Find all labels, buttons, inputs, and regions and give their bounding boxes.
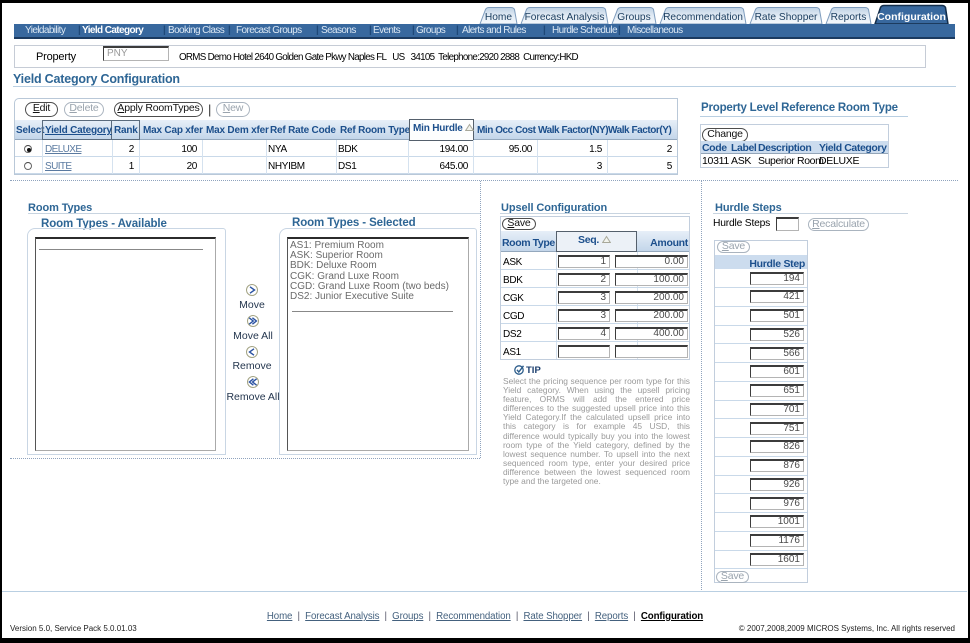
svg-text:Recommendation: Recommendation: [663, 12, 743, 23]
svg-text:Remove: Remove: [232, 360, 271, 372]
svg-text:Reports: Reports: [831, 12, 867, 23]
svg-text:Move All: Move All: [233, 330, 273, 342]
svg-text:Forecast Analysis: Forecast Analysis: [525, 12, 605, 23]
svg-text:Home: Home: [485, 12, 513, 23]
svg-text:Move: Move: [239, 299, 265, 311]
svg-text:Configuration: Configuration: [877, 11, 946, 23]
svg-text:Rate Shopper: Rate Shopper: [755, 12, 818, 23]
svg-text:Remove All: Remove All: [226, 391, 279, 402]
svg-text:Groups: Groups: [617, 12, 650, 23]
